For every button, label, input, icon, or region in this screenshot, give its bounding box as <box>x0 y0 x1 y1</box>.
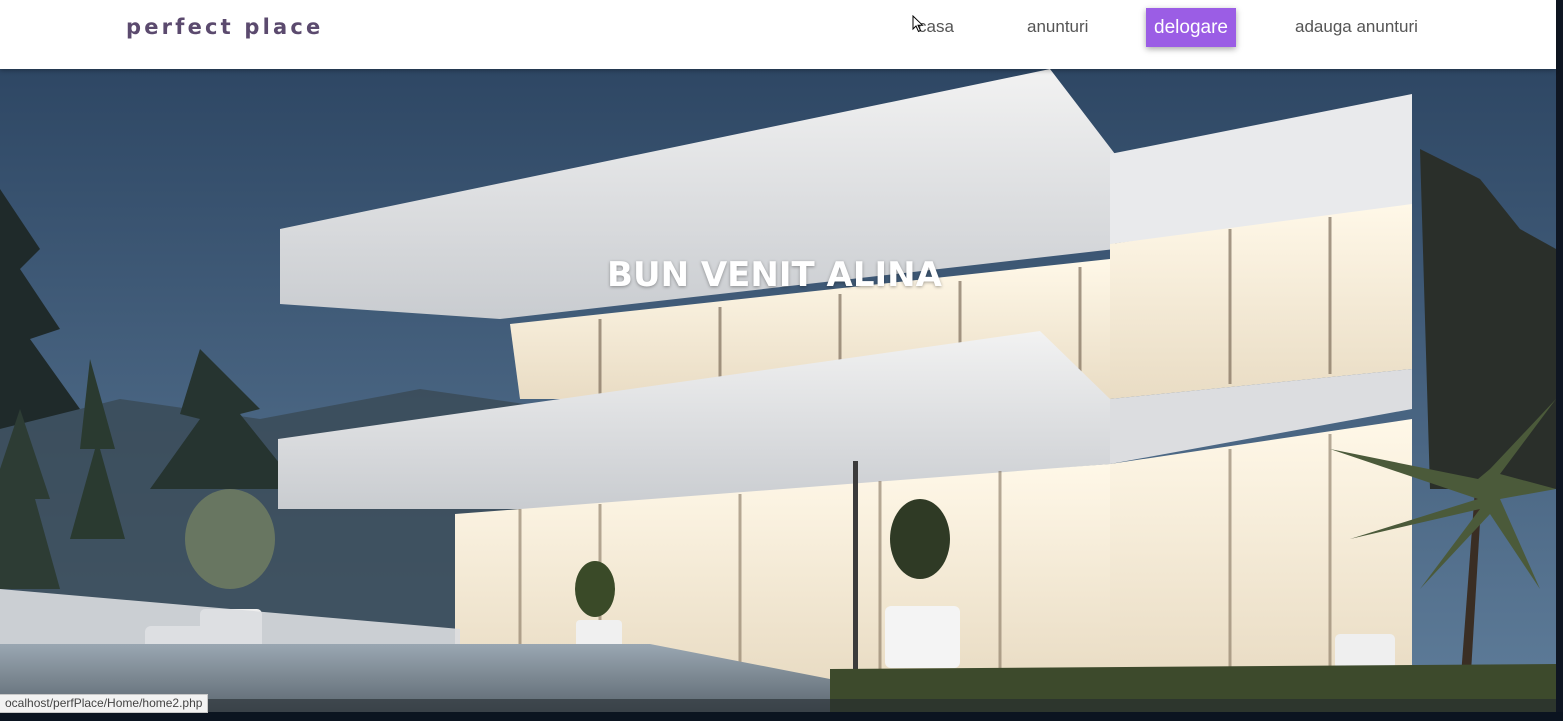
hero-banner: BUN VENIT ALINA <box>0 69 1556 712</box>
nav-link-adauga-anunturi[interactable]: adauga anunturi <box>1295 17 1418 37</box>
taskbar-strip <box>0 712 1563 721</box>
brand-logo[interactable]: perfect place <box>126 15 324 39</box>
top-navbar: perfect place casa anunturi delogare ada… <box>0 0 1556 69</box>
mouse-pointer-icon <box>912 15 924 33</box>
nav-link-anunturi[interactable]: anunturi <box>1027 17 1088 37</box>
window-edge <box>1556 0 1563 721</box>
logout-button[interactable]: delogare <box>1146 8 1236 47</box>
welcome-heading: BUN VENIT ALINA <box>607 255 942 295</box>
house-background-image <box>0 69 1556 712</box>
browser-status-url: ocalhost/perfPlace/Home/home2.php <box>0 694 209 713</box>
